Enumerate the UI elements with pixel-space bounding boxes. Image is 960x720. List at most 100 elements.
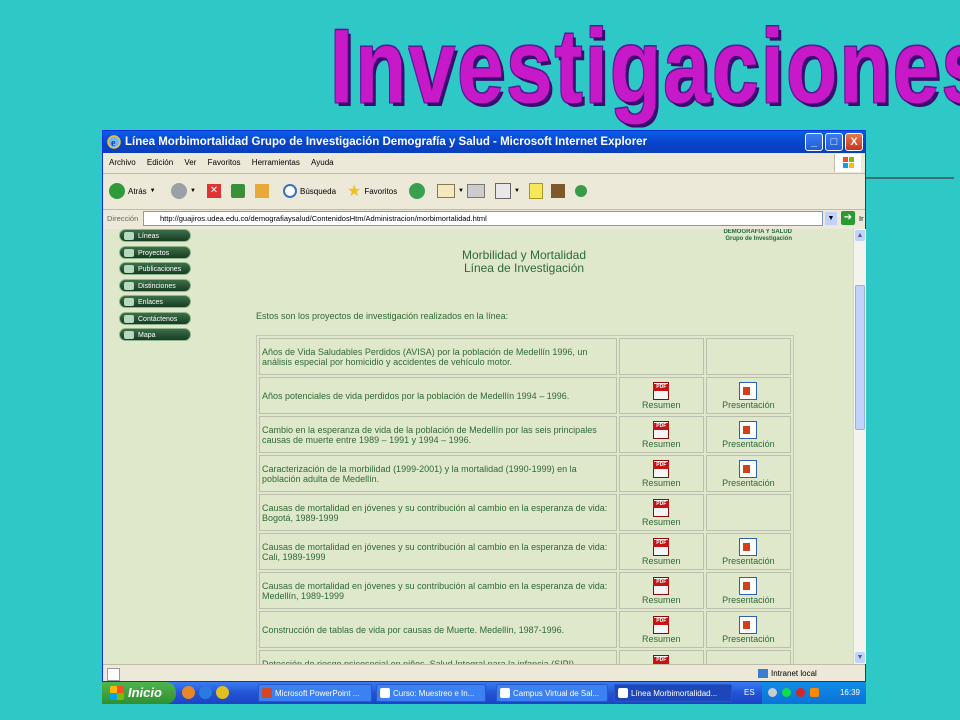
forward-button[interactable]: ▼ xyxy=(171,181,196,201)
resumen-label[interactable]: Resumen xyxy=(622,439,701,449)
scroll-up-icon[interactable]: ▲ xyxy=(855,230,865,241)
address-dropdown-icon[interactable]: ▼ xyxy=(825,212,837,225)
maximize-button[interactable]: □ xyxy=(825,133,843,151)
presentacion-link[interactable]: Presentación xyxy=(705,572,791,609)
address-input[interactable]: http://guajiros.udea.edu.co/demografiays… xyxy=(143,211,823,226)
refresh-button[interactable] xyxy=(231,181,245,201)
pdf-icon[interactable] xyxy=(653,615,670,634)
resumen-link[interactable]: Resumen xyxy=(618,494,704,531)
resumen-label[interactable]: Resumen xyxy=(622,556,701,566)
resumen-label[interactable]: Resumen xyxy=(622,517,701,527)
presentation-icon[interactable] xyxy=(739,615,758,634)
presentacion-label[interactable]: Presentación xyxy=(709,634,788,644)
home-button[interactable] xyxy=(255,181,269,201)
language-indicator[interactable]: ES xyxy=(744,682,755,704)
page-viewport: Líneas Proyectos Publicaciones Distincio… xyxy=(104,229,853,664)
scroll-thumb[interactable] xyxy=(855,285,865,430)
nav-proyectos[interactable]: Proyectos xyxy=(119,245,191,259)
scroll-down-icon[interactable]: ▼ xyxy=(855,652,865,663)
start-button[interactable]: Inicio xyxy=(102,682,176,704)
presentation-icon[interactable] xyxy=(739,420,758,439)
resumen-label[interactable]: Resumen xyxy=(622,595,701,605)
project-description: Causas de mortalidad en jóvenes y su con… xyxy=(259,494,617,531)
presentacion-link[interactable]: Presentación xyxy=(705,611,791,648)
resumen-label[interactable]: Resumen xyxy=(622,634,701,644)
nav-lineas[interactable]: Líneas xyxy=(119,229,191,242)
presentation-icon[interactable] xyxy=(739,537,758,556)
menu-favoritos[interactable]: Favoritos xyxy=(208,158,241,167)
presentacion-label[interactable]: Presentación xyxy=(709,595,788,605)
research-button[interactable] xyxy=(551,181,565,201)
resumen-link[interactable]: Resumen xyxy=(618,416,704,453)
menu-archivo[interactable]: Archivo xyxy=(109,158,136,167)
task-linea[interactable]: Línea Morbimortalidad... xyxy=(614,684,732,702)
presentacion-label[interactable]: Presentación xyxy=(709,478,788,488)
favorites-button[interactable]: ★ Favoritos xyxy=(347,181,397,201)
resumen-link[interactable]: Resumen xyxy=(618,611,704,648)
presentacion-link[interactable]: Presentación xyxy=(705,533,791,570)
messenger-button[interactable] xyxy=(575,181,587,201)
vertical-scrollbar[interactable]: ▲ ▼ xyxy=(853,229,866,664)
go-arrow-icon[interactable]: ➔ xyxy=(841,211,855,225)
nav-enlaces[interactable]: Enlaces xyxy=(119,295,191,308)
nav-contactenos[interactable]: Contáctenos xyxy=(119,311,191,325)
pdf-icon[interactable] xyxy=(653,576,670,595)
presentacion-link[interactable]: Presentación xyxy=(705,377,791,414)
tray-icon[interactable] xyxy=(782,688,791,697)
pdf-icon[interactable] xyxy=(653,420,670,439)
menu-edicion[interactable]: Edición xyxy=(147,158,173,167)
presentation-icon[interactable] xyxy=(739,459,758,478)
presentacion-label[interactable]: Presentación xyxy=(709,439,788,449)
nav-mapa[interactable]: Mapa xyxy=(119,328,191,341)
presentacion-link[interactable]: Presentación xyxy=(705,416,791,453)
task-label: Línea Morbimortalidad... xyxy=(631,689,718,698)
task-campus[interactable]: Campus Virtual de Sal... xyxy=(496,684,608,702)
resumen-link[interactable]: Resumen xyxy=(618,572,704,609)
nav-publicaciones[interactable]: Publicaciones xyxy=(119,262,191,275)
task-powerpoint[interactable]: Microsoft PowerPoint ... xyxy=(258,684,372,702)
nav-distinciones[interactable]: Distinciones xyxy=(119,278,191,292)
pdf-icon[interactable] xyxy=(653,654,670,664)
menu-ayuda[interactable]: Ayuda xyxy=(311,158,334,167)
mail-button[interactable]: ▼ xyxy=(437,181,464,201)
pdf-icon[interactable] xyxy=(653,498,670,517)
title-bar[interactable]: e Línea Morbimortalidad Grupo de Investi… xyxy=(103,131,865,153)
search-button[interactable]: Búsqueda xyxy=(283,181,336,201)
app-icon[interactable] xyxy=(182,686,195,699)
presentation-icon[interactable] xyxy=(739,576,758,595)
presentacion-label[interactable]: Presentación xyxy=(709,556,788,566)
print-button[interactable] xyxy=(467,181,485,201)
resumen-label[interactable]: Resumen xyxy=(622,400,701,410)
menu-herramientas[interactable]: Herramientas xyxy=(252,158,300,167)
presentation-icon[interactable] xyxy=(739,381,758,400)
resumen-link[interactable]: Resumen xyxy=(618,533,704,570)
stop-button[interactable]: ✕ xyxy=(207,181,221,201)
edit-button[interactable]: ▼ xyxy=(495,181,520,201)
link-icon xyxy=(124,298,134,306)
task-curso[interactable]: Curso: Muestreo e In... xyxy=(376,684,486,702)
resumen-link[interactable]: Resumen xyxy=(618,377,704,414)
tray-icon[interactable] xyxy=(768,688,777,697)
discuss-button[interactable] xyxy=(529,181,543,201)
ie-icon[interactable] xyxy=(199,686,212,699)
menu-ver[interactable]: Ver xyxy=(184,158,196,167)
media-icon[interactable] xyxy=(216,686,229,699)
resumen-label[interactable]: Resumen xyxy=(622,478,701,488)
pdf-icon[interactable] xyxy=(653,381,670,400)
tray-icon[interactable] xyxy=(796,688,805,697)
close-button[interactable]: X xyxy=(845,133,863,151)
presentacion-link[interactable]: Presentación xyxy=(705,455,791,492)
pdf-icon[interactable] xyxy=(653,459,670,478)
minimize-button[interactable]: _ xyxy=(805,133,823,151)
nav-label: Publicaciones xyxy=(138,266,182,273)
resumen-link[interactable]: Resumen xyxy=(618,455,704,492)
go-label[interactable]: Ir xyxy=(859,209,864,229)
presentacion-label[interactable]: Presentación xyxy=(709,400,788,410)
tray-icon[interactable] xyxy=(810,688,819,697)
browser-window: e Línea Morbimortalidad Grupo de Investi… xyxy=(102,130,866,682)
back-button[interactable]: Atrás ▼ xyxy=(109,181,156,201)
pdf-icon[interactable] xyxy=(653,537,670,556)
ie-icon xyxy=(380,688,390,698)
resumen-link[interactable]: Resumen xyxy=(618,650,704,664)
history-button[interactable] xyxy=(409,181,425,201)
